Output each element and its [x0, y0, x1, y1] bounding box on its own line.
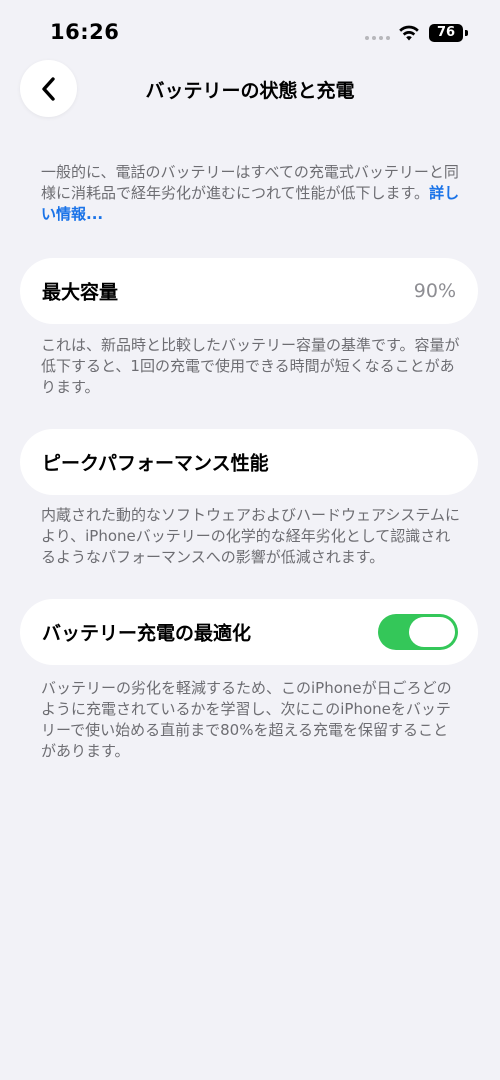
optimized-charging-description: バッテリーの劣化を軽減するため、このiPhoneが日ごろどのように充電されている… — [41, 679, 452, 760]
toggle-knob — [409, 617, 455, 647]
battery-icon: 76 — [429, 24, 463, 42]
peak-performance-label: ピークパフォーマンス性能 — [42, 452, 269, 475]
intro-description: 一般的に、電話のバッテリーはすべての充電式バッテリーと同様に消耗品で経年劣化が進… — [41, 162, 461, 225]
cellular-signal-icon — [365, 36, 390, 40]
status-bar: 16:26 76 — [0, 0, 500, 60]
max-capacity-description: これは、新品時と比較したバッテリー容量の基準です。容量が低下すると、1回の充電で… — [41, 336, 460, 396]
optimized-charging-toggle[interactable] — [378, 614, 458, 650]
status-time: 16:26 — [50, 20, 120, 44]
battery-tip — [465, 30, 468, 36]
optimized-charging-label: バッテリー充電の最適化 — [42, 622, 252, 645]
intro-text: 一般的に、電話のバッテリーはすべての充電式バッテリーと同様に消耗品で経年劣化が進… — [41, 163, 459, 202]
peak-performance-row[interactable]: ピークパフォーマンス性能 — [20, 429, 478, 495]
max-capacity-label: 最大容量 — [42, 281, 119, 304]
max-capacity-value: 90% — [413, 280, 456, 302]
peak-performance-description: 内蔵された動的なソフトウェアおよびハードウェアシステムにより、iPhoneバッテ… — [41, 506, 460, 566]
wifi-icon — [399, 25, 419, 41]
max-capacity-row: 最大容量 90% — [20, 258, 478, 324]
page-title: バッテリーの状態と充電 — [145, 80, 355, 102]
optimized-charging-row: バッテリー充電の最適化 — [20, 599, 478, 665]
